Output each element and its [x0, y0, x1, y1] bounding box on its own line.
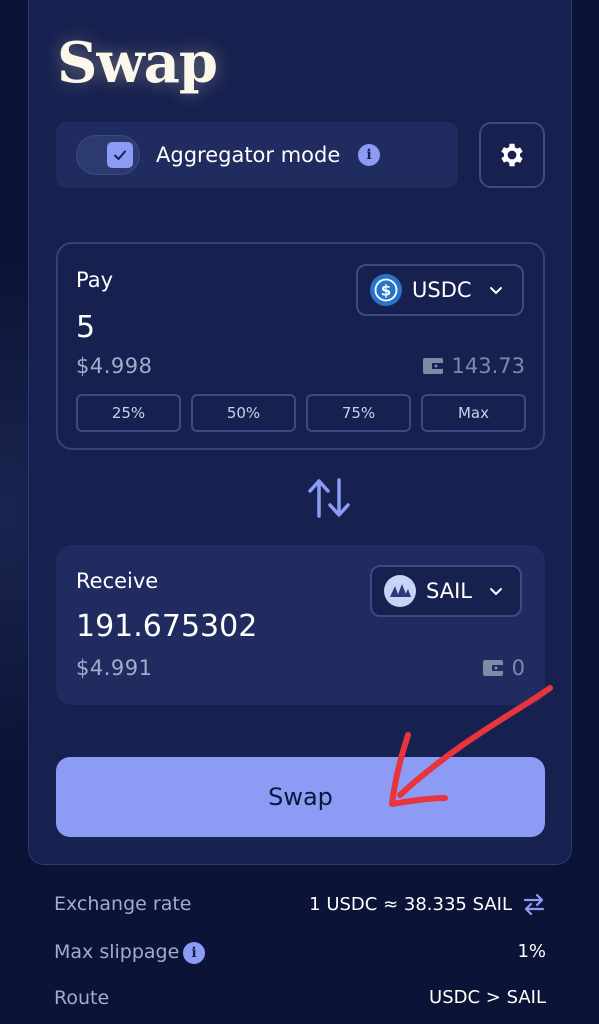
pay-balance: 143.73 — [422, 354, 525, 378]
info-icon[interactable]: i — [183, 942, 205, 964]
receive-usd-value: $4.991 — [76, 656, 153, 680]
pay-label: Pay — [76, 268, 114, 292]
receive-balance: 0 — [482, 656, 525, 680]
exchange-rate-row: Exchange rate 1 USDC ≈ 38.335 SAIL — [54, 893, 546, 921]
exchange-rate-label: Exchange rate — [54, 893, 192, 915]
gear-icon — [501, 143, 523, 167]
swap-button[interactable]: Swap — [56, 757, 545, 837]
pay-balance-value: 143.73 — [451, 354, 525, 378]
pay-amount-input[interactable]: 5 — [76, 310, 95, 345]
page-title: Swap — [57, 30, 218, 96]
max-slippage-label: Max slippage — [54, 941, 180, 963]
svg-text:$: $ — [381, 282, 391, 300]
pay-panel: Pay 5 $4.998 143.73 $ USDC 25% 50% 75% M… — [56, 242, 545, 450]
aggregator-mode-toggle[interactable] — [76, 135, 140, 175]
max-slippage-value: 1% — [517, 941, 546, 962]
aggregator-mode-row: Aggregator mode i — [56, 122, 458, 188]
swap-rate-icon[interactable] — [522, 893, 546, 915]
percent-buttons: 25% 50% 75% Max — [76, 394, 526, 432]
pay-token-name: USDC — [412, 278, 472, 302]
sail-token-icon — [384, 575, 416, 607]
percent-25-button[interactable]: 25% — [76, 394, 181, 432]
receive-amount: 191.675302 — [76, 609, 258, 644]
percent-75-button[interactable]: 75% — [306, 394, 411, 432]
aggregator-mode-label: Aggregator mode — [156, 143, 341, 167]
info-icon[interactable]: i — [358, 144, 380, 166]
chevron-down-icon — [489, 588, 502, 596]
swap-arrows-icon — [308, 478, 350, 518]
exchange-rate-value: 1 USDC ≈ 38.335 SAIL — [309, 893, 512, 915]
receive-label: Receive — [76, 569, 159, 593]
checkbox-check-icon — [107, 142, 133, 168]
usdc-token-icon: $ — [370, 274, 402, 306]
swap-direction-button[interactable] — [305, 476, 353, 520]
receive-token-name: SAIL — [426, 579, 472, 603]
wallet-icon — [422, 358, 443, 374]
max-button[interactable]: Max — [421, 394, 526, 432]
route-label: Route — [54, 987, 110, 1009]
chevron-down-icon — [489, 287, 502, 295]
receive-token-selector[interactable]: SAIL — [370, 565, 522, 617]
route-value: USDC > SAIL — [429, 987, 546, 1008]
swap-card: Swap Aggregator mode i Pay 5 $4.998 143.… — [28, 0, 572, 865]
pay-token-selector[interactable]: $ USDC — [356, 264, 524, 316]
max-slippage-row: Max slippage i 1% — [54, 941, 546, 969]
route-row: Route USDC > SAIL — [54, 987, 546, 1015]
receive-balance-value: 0 — [511, 656, 525, 680]
settings-button[interactable] — [479, 122, 545, 188]
receive-panel: Receive 191.675302 $4.991 0 SAIL — [56, 545, 545, 705]
pay-usd-value: $4.998 — [76, 354, 153, 378]
wallet-icon — [482, 660, 503, 676]
percent-50-button[interactable]: 50% — [191, 394, 296, 432]
